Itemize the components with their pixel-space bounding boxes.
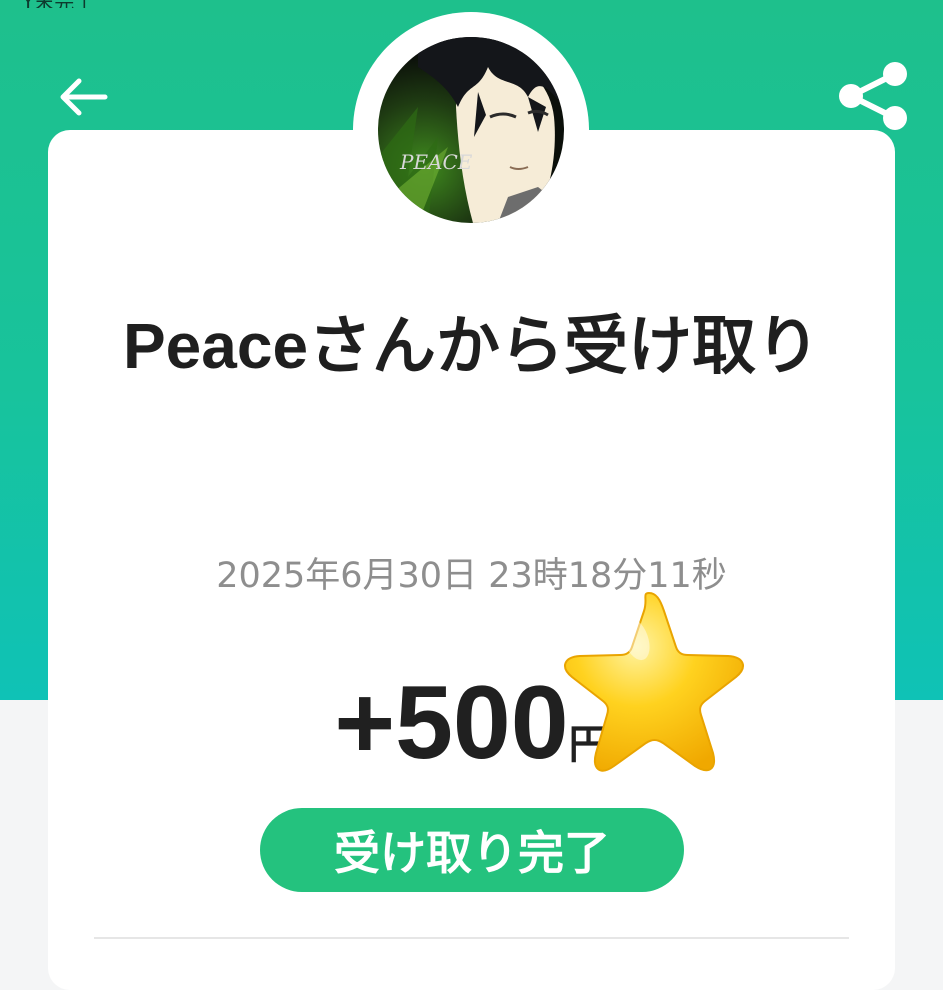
back-button[interactable] (52, 66, 114, 128)
status-badge: 受け取り完了 (260, 808, 684, 892)
status-badge-label: 受け取り完了 (334, 826, 610, 880)
transaction-title: Peaceさんから受け取り (122, 310, 821, 382)
divider (94, 937, 849, 939)
share-button[interactable] (832, 55, 914, 137)
avatar-image: PEACE (378, 37, 564, 223)
star-icon (548, 585, 750, 785)
sender-avatar[interactable]: PEACE (378, 37, 564, 223)
transaction-amount: +500 (334, 665, 569, 781)
svg-text:PEACE: PEACE (399, 150, 473, 174)
arrow-left-icon (60, 78, 108, 116)
status-bar-text: Y末完了 (22, 0, 162, 8)
share-icon (839, 62, 907, 130)
